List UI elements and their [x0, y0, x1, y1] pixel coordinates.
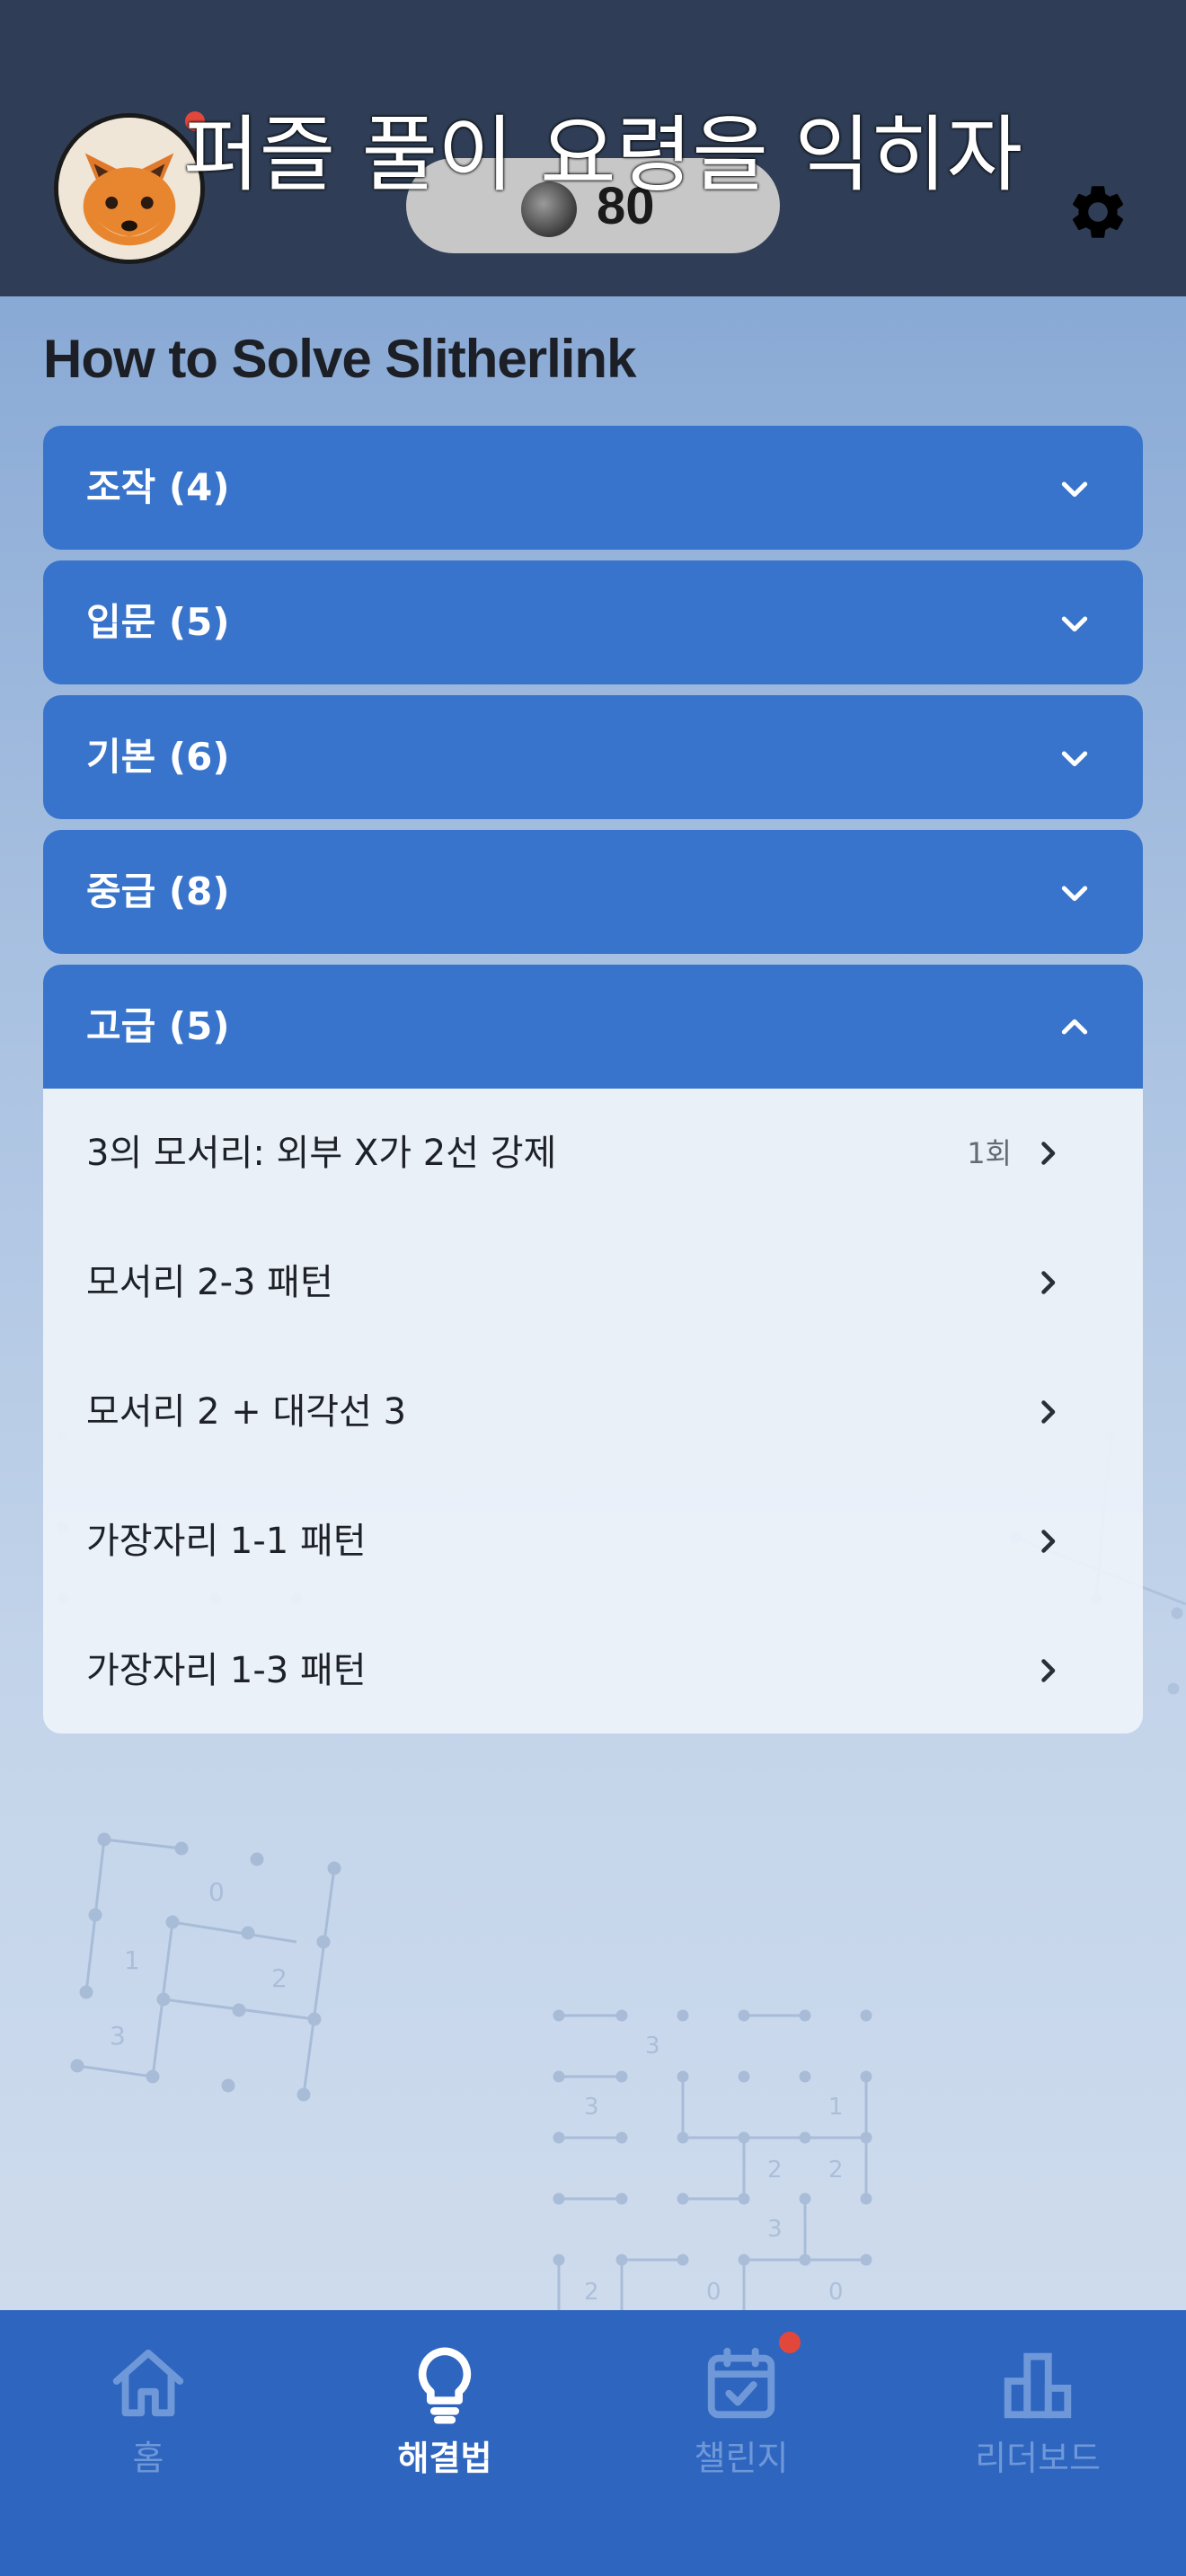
list-item[interactable]: 모서리 2-3 패턴: [43, 1218, 1143, 1347]
section-label: 고급 (5): [86, 1004, 230, 1048]
page-banner: 퍼즐 풀이 요령을 익히자: [183, 107, 1023, 203]
svg-text:3: 3: [584, 2094, 599, 2121]
calendar-check-icon: [707, 2347, 775, 2419]
page-title: How to Solve Slitherlink: [43, 329, 636, 389]
section-advanced[interactable]: 고급 (5): [43, 965, 1143, 1089]
list-item[interactable]: 3의 모서리: 외부 X가 2선 강제 1회: [43, 1089, 1143, 1218]
item-label: 가장자리 1-1 패턴: [86, 1521, 367, 1562]
bar-chart-icon: [1004, 2352, 1072, 2419]
svg-text:2: 2: [584, 2279, 599, 2306]
list-item[interactable]: 가장자리 1-3 패턴: [43, 1606, 1143, 1735]
chevron-down-icon: [1061, 886, 1088, 902]
item-label: 모서리 2 + 대각선 3: [86, 1391, 407, 1433]
svg-text:2: 2: [828, 2157, 844, 2183]
nav-label: 해결법: [397, 2439, 492, 2478]
chevron-down-icon: [1061, 481, 1088, 498]
chevron-right-icon: [1041, 1400, 1056, 1424]
chevron-right-icon: [1041, 1530, 1056, 1553]
list-item[interactable]: 모서리 2 + 대각선 3: [43, 1347, 1143, 1477]
home-icon: [112, 2349, 184, 2417]
nav-label: 리더보드: [975, 2439, 1101, 2478]
svg-text:3: 3: [767, 2216, 783, 2243]
nav-solutions[interactable]: 해결법: [296, 2310, 593, 2576]
svg-text:0: 0: [208, 1877, 225, 1907]
challenge-notification-badge: [779, 2332, 801, 2353]
svg-text:2: 2: [767, 2157, 783, 2183]
section-controls[interactable]: 조작 (4): [43, 426, 1143, 550]
bottom-nav: 홈 해결법 챌린지 리더보드: [0, 2310, 1186, 2576]
svg-text:1: 1: [124, 1945, 140, 1975]
svg-text:3: 3: [645, 2033, 660, 2060]
section-label: 중급 (8): [86, 869, 230, 913]
nav-challenge[interactable]: 챌린지: [593, 2310, 890, 2576]
list-item[interactable]: 가장자리 1-1 패턴: [43, 1477, 1143, 1606]
item-label: 3의 모서리: 외부 X가 2선 강제: [86, 1133, 557, 1174]
section-label: 입문 (5): [86, 600, 230, 644]
svg-text:3: 3: [110, 2021, 126, 2051]
section-intermediate[interactable]: 중급 (8): [43, 830, 1143, 954]
chevron-right-icon: [1041, 1142, 1056, 1165]
nav-label: 챌린지: [694, 2439, 789, 2478]
gear-icon[interactable]: [1066, 180, 1130, 244]
advanced-item-list: 3의 모서리: 외부 X가 2선 강제 1회 모서리 2-3 패턴 모서리 2 …: [43, 1089, 1143, 1734]
chevron-right-icon: [1041, 1271, 1056, 1294]
chevron-down-icon: [1061, 751, 1088, 767]
item-count: 1회: [967, 1136, 1012, 1170]
svg-text:0: 0: [706, 2279, 721, 2306]
chevron-down-icon: [1061, 616, 1088, 632]
section-basic[interactable]: 기본 (6): [43, 695, 1143, 819]
nav-leaderboard[interactable]: 리더보드: [890, 2310, 1186, 2576]
section-intro[interactable]: 입문 (5): [43, 560, 1143, 684]
item-label: 모서리 2-3 패턴: [86, 1262, 333, 1303]
nav-home[interactable]: 홈: [0, 2310, 296, 2576]
section-label: 조작 (4): [86, 465, 230, 509]
lightbulb-icon: [418, 2347, 472, 2424]
nav-label: 홈: [132, 2439, 164, 2478]
item-label: 가장자리 1-3 패턴: [86, 1650, 367, 1691]
chevron-up-icon: [1061, 1019, 1088, 1035]
svg-text:1: 1: [828, 2094, 844, 2121]
chevron-right-icon: [1041, 1659, 1056, 1682]
section-label: 기본 (6): [86, 735, 230, 779]
fox-avatar-icon[interactable]: [54, 113, 205, 264]
svg-text:2: 2: [271, 1963, 288, 1993]
svg-text:0: 0: [828, 2279, 844, 2306]
